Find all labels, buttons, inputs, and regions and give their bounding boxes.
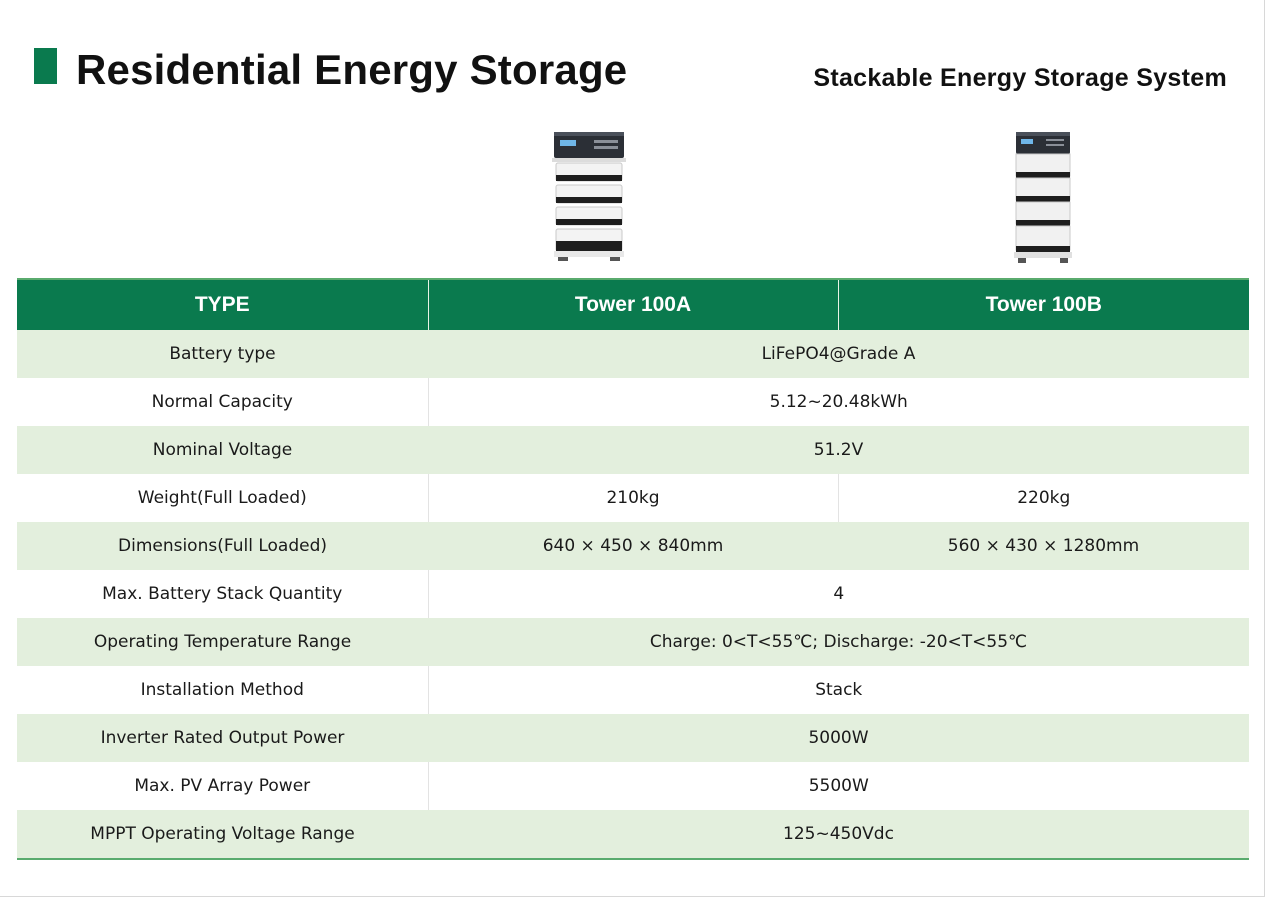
row-value: Charge: 0<T<55℃; Discharge: -20<T<55℃ [428,618,1249,666]
table-row: Operating Temperature Range Charge: 0<T<… [17,618,1249,666]
row-value-tower-100a: 210kg [427,474,838,522]
page-subtitle: Stackable Energy Storage System [813,64,1227,92]
tower-100a-product-image [552,132,626,261]
table-row: Normal Capacity 5.12~20.48kWh [17,378,1249,426]
row-label: Max. Battery Stack Quantity [17,570,428,618]
header-tower-100b: Tower 100B [837,278,1249,330]
row-label: Battery type [17,330,428,378]
row-label: MPPT Operating Voltage Range [17,810,428,859]
table-row: Inverter Rated Output Power 5000W [17,714,1249,762]
row-value: 5.12~20.48kWh [427,378,1249,426]
header-type: TYPE [17,278,428,330]
row-value: 5000W [428,714,1249,762]
tower-100b-product-image [1014,132,1072,263]
row-label: Normal Capacity [17,378,428,426]
row-value: 5500W [427,762,1249,810]
row-value-tower-100b: 220kg [837,474,1249,522]
row-value: 4 [427,570,1249,618]
row-label: Nominal Voltage [17,426,428,474]
row-value: 125~450Vdc [428,810,1249,859]
table-row: Weight(Full Loaded) 210kg 220kg [17,474,1249,522]
table-header-row: TYPE Tower 100A Tower 100B [17,278,1249,330]
header-tower-100a: Tower 100A [427,278,838,330]
spec-table: TYPE Tower 100A Tower 100B Battery type … [17,278,1249,860]
row-value-tower-100a: 640 × 450 × 840mm [428,522,838,570]
row-label: Weight(Full Loaded) [17,474,428,522]
title-marker [34,48,57,84]
row-value: 51.2V [428,426,1249,474]
row-value: LiFePO4@Grade A [428,330,1249,378]
table-row: Dimensions(Full Loaded) 640 × 450 × 840m… [17,522,1249,570]
table-row: Nominal Voltage 51.2V [17,426,1249,474]
table-row: Installation Method Stack [17,666,1249,714]
table-row: Max. Battery Stack Quantity 4 [17,570,1249,618]
row-label: Dimensions(Full Loaded) [17,522,428,570]
row-label: Max. PV Array Power [17,762,428,810]
page-title: Residential Energy Storage [76,46,628,93]
row-value-tower-100b: 560 × 430 × 1280mm [838,522,1249,570]
row-value: Stack [427,666,1249,714]
table-row: MPPT Operating Voltage Range 125~450Vdc [17,810,1249,859]
table-row: Battery type LiFePO4@Grade A [17,330,1249,378]
row-label: Operating Temperature Range [17,618,428,666]
row-label: Installation Method [17,666,428,714]
row-label: Inverter Rated Output Power [17,714,428,762]
table-row: Max. PV Array Power 5500W [17,762,1249,810]
